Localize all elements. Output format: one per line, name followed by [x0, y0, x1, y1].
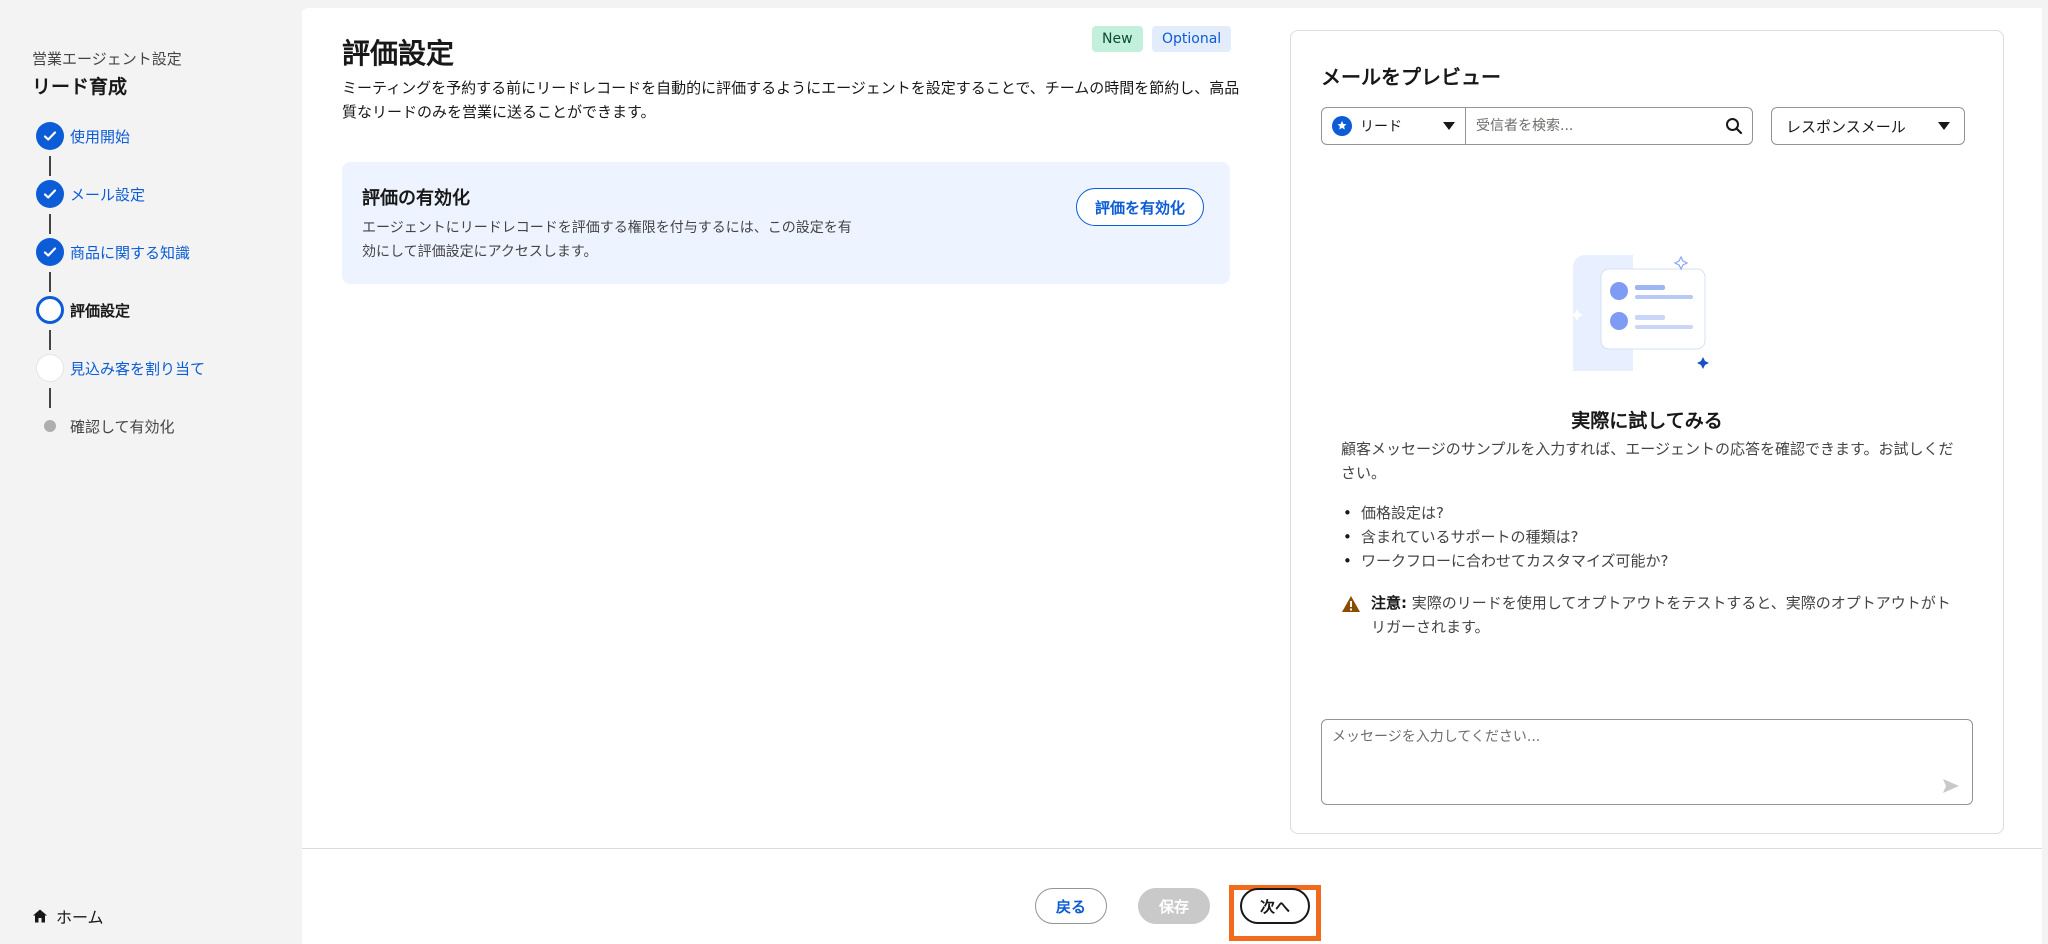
page-title: 評価設定 — [342, 37, 455, 70]
card-description: エージェントにリードレコードを評価する権限を付与するには、この設定を有効にして評… — [362, 220, 852, 260]
step-connector — [49, 214, 51, 234]
mail-type-value: レスポンスメール — [1786, 117, 1906, 136]
optional-badge: Optional — [1152, 26, 1232, 52]
step-label[interactable]: 見込み客を割り当て — [70, 358, 205, 379]
warning-label: 注意: — [1371, 594, 1407, 612]
optout-warning: 注意: 実際のリードを使用してオプトアウトをテストすると、実際のオプトアウトがト… — [1341, 591, 1961, 639]
upcoming-step-dot — [44, 420, 56, 432]
send-icon[interactable] — [1942, 778, 1960, 794]
list-item: 含まれているサポートの種類は? — [1341, 525, 1669, 549]
mail-type-select[interactable]: レスポンスメール — [1771, 107, 1965, 145]
sidebar-title: リード育成 — [32, 76, 128, 98]
list-item: 価格設定は? — [1341, 501, 1669, 525]
save-button[interactable]: 保存 — [1138, 888, 1210, 924]
page-description: ミーティングを予約する前にリードレコードを自動的に評価するようにエージェントを設… — [342, 79, 1240, 121]
chat-illustration-icon — [1571, 255, 1709, 371]
home-label[interactable]: ホーム — [56, 904, 104, 928]
new-badge: New — [1092, 26, 1143, 52]
home-icon — [33, 909, 47, 923]
warning-icon — [1342, 596, 1360, 612]
warning-text: 実際のリードを使用してオプトアウトをテストすると、実際のオプトアウトがトリガーさ… — [1371, 594, 1951, 636]
footer-divider — [302, 848, 2042, 849]
message-input[interactable] — [1322, 720, 1972, 804]
step-connector — [49, 388, 51, 408]
step-connector — [49, 330, 51, 350]
record-type-select[interactable]: リード — [1322, 108, 1466, 144]
check-icon — [36, 180, 64, 208]
message-input-box — [1321, 719, 1973, 805]
example-questions: 価格設定は? 含まれているサポートの種類は? ワークフローに合わせてカスタマイズ… — [1341, 501, 1669, 573]
step-connector — [49, 156, 51, 176]
check-icon — [36, 238, 64, 266]
recipient-search-input[interactable] — [1466, 108, 1716, 144]
step-label[interactable]: 商品に関する知識 — [70, 242, 190, 263]
list-item: ワークフローに合わせてカスタマイズ可能か? — [1341, 549, 1669, 573]
lead-icon — [1332, 116, 1352, 136]
preview-title: メールをプレビュー — [1321, 65, 1501, 89]
current-step-indicator — [36, 296, 64, 324]
record-type-value: リード — [1360, 119, 1402, 135]
back-button[interactable]: 戻る — [1035, 888, 1107, 924]
enable-evaluation-card: 評価の有効化 エージェントにリードレコードを評価する権限を付与するには、この設定… — [342, 162, 1230, 284]
try-it-description: 顧客メッセージのサンプルを入力すれば、エージェントの応答を確認できます。お試しく… — [1341, 440, 1954, 482]
step-connector — [49, 272, 51, 292]
step-label[interactable]: メール設定 — [70, 184, 145, 205]
sidebar-caption: 営業エージェント設定 — [32, 50, 182, 68]
email-preview-panel: メールをプレビュー リード レスポンスメール — [1290, 30, 2004, 834]
search-icon[interactable] — [1716, 108, 1752, 144]
step-label[interactable]: 使用開始 — [70, 126, 130, 147]
main-panel: 評価設定 New Optional ミーティングを予約する前にリードレコードを自… — [302, 8, 2042, 944]
pending-step-indicator — [36, 354, 64, 382]
home-link[interactable]: ホーム — [32, 904, 104, 928]
card-title: 評価の有効化 — [362, 188, 470, 209]
try-it-title: 実際に試してみる — [1571, 410, 1723, 432]
recipient-search-combobox: リード — [1321, 107, 1753, 145]
step-label: 評価設定 — [70, 302, 131, 320]
next-button[interactable]: 次へ — [1240, 888, 1310, 924]
sidebar: 営業エージェント設定 リード育成 使用開始 メール設定 商品に関する知識 評価設… — [0, 0, 302, 944]
dropdown-arrow-icon — [1443, 122, 1455, 130]
check-icon — [36, 122, 64, 150]
step-label: 確認して有効化 — [70, 418, 175, 436]
enable-evaluation-button[interactable]: 評価を有効化 — [1076, 188, 1205, 226]
dropdown-arrow-icon — [1938, 122, 1950, 130]
